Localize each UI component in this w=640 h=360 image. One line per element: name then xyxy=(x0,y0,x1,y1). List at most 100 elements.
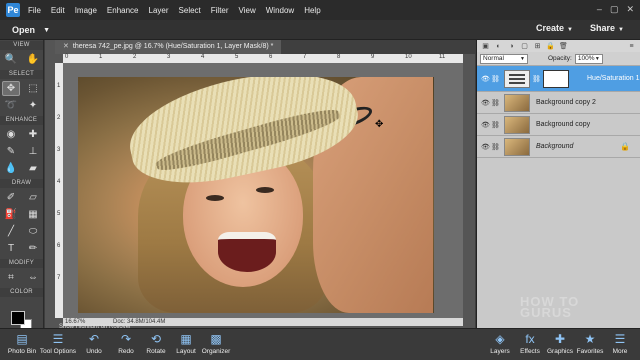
eraser-tool-icon[interactable]: ▱ xyxy=(24,190,42,205)
move-tool-icon[interactable]: ✥ xyxy=(2,81,20,96)
background-lock-icon: 🔒 xyxy=(620,142,630,151)
chevron-down-icon: ▼ xyxy=(567,27,573,33)
layer-name: Hue/Saturation 1 xyxy=(587,75,640,82)
type-tool-icon[interactable]: T xyxy=(2,241,20,256)
rotate-icon: ⟲ xyxy=(150,332,162,346)
layers-icon: ◈ xyxy=(495,332,505,346)
ruler-tick: 4 xyxy=(201,54,205,60)
delete-layer-icon[interactable]: 🗑 xyxy=(559,42,568,50)
tool-options-button[interactable]: ☰ Tool Options xyxy=(38,332,78,355)
zoom-tool-icon[interactable]: 🔍 xyxy=(2,52,20,67)
ruler-tick: 6 xyxy=(57,243,61,249)
menu-edit[interactable]: Edit xyxy=(51,6,65,15)
link-icon[interactable]: ⛓ xyxy=(491,99,500,107)
smart-brush-icon[interactable]: ✎ xyxy=(2,144,20,159)
ruler-tick: 10 xyxy=(405,54,412,60)
rotate-label: Rotate xyxy=(146,348,166,355)
share-button[interactable]: Share ▼ xyxy=(590,23,624,33)
spot-healing-icon[interactable]: ✚ xyxy=(24,127,42,142)
layer-row-background-copy[interactable]: 👁 ⛓ Background copy xyxy=(477,114,640,136)
layer-mask-icon[interactable]: ▢ xyxy=(520,42,529,50)
undo-icon: ↶ xyxy=(88,332,100,346)
new-group-icon[interactable]: ◐ xyxy=(494,42,503,50)
menu-layer[interactable]: Layer xyxy=(149,6,169,15)
menu-enhance[interactable]: Enhance xyxy=(107,6,139,15)
minimize-icon[interactable]: – xyxy=(597,4,602,15)
create-label: Create xyxy=(536,23,565,33)
magic-wand-icon[interactable]: ✦ xyxy=(24,98,42,113)
create-button[interactable]: Create ▼ xyxy=(536,23,573,33)
brush-tool-icon[interactable]: ✐ xyxy=(2,190,20,205)
link-icon[interactable]: ⛓ xyxy=(491,121,500,129)
link-icon[interactable]: ⛓ xyxy=(491,143,500,151)
visibility-eye-icon[interactable]: 👁 xyxy=(481,143,491,151)
sponge-tool-icon[interactable]: ▰ xyxy=(24,161,42,176)
layer-name: Background copy 2 xyxy=(536,99,596,106)
menu-select[interactable]: Select xyxy=(179,6,201,15)
marquee-tool-icon[interactable]: ⬚ xyxy=(24,81,42,96)
visibility-eye-icon[interactable]: 👁 xyxy=(481,99,491,107)
foreground-color-swatch[interactable] xyxy=(11,311,25,325)
mask-link-icon[interactable]: ⛓ xyxy=(532,75,541,83)
hand-tool-icon[interactable]: ✋ xyxy=(24,52,42,67)
photo-bin-icon: ▤ xyxy=(16,332,28,346)
shape-tool-icon[interactable]: ⬭ xyxy=(24,224,42,239)
watermark: HOW TO GURUS xyxy=(520,295,579,319)
menu-window[interactable]: Window xyxy=(266,6,294,15)
visibility-eye-icon[interactable]: 👁 xyxy=(481,121,491,129)
section-select: SELECT xyxy=(0,70,43,79)
layout-icon: ▦ xyxy=(180,332,192,346)
redo-label: Redo xyxy=(118,348,134,355)
chevron-down-icon: ▼ xyxy=(618,27,624,33)
gradient-tool-icon[interactable]: ▦ xyxy=(24,207,42,222)
close-icon[interactable]: ✕ xyxy=(626,4,634,15)
paint-bucket-icon[interactable]: ⛽ xyxy=(2,207,20,222)
clone-stamp-icon[interactable]: ⊥ xyxy=(24,144,42,159)
blend-mode-select[interactable]: Normal ▼ xyxy=(480,53,528,64)
menu-filter[interactable]: Filter xyxy=(211,6,229,15)
lock-icon[interactable]: 🔒 xyxy=(546,42,555,50)
open-button[interactable]: Open ▼ xyxy=(4,23,54,38)
organizer-button[interactable]: ▩ Organizer xyxy=(196,332,236,355)
layer-row-background[interactable]: 👁 ⛓ Background 🔒 xyxy=(477,136,640,158)
panel-menu-icon[interactable]: ≡ xyxy=(627,42,636,50)
crop-tool-icon[interactable]: ⌗ xyxy=(2,270,20,285)
opacity-field[interactable]: 100% ▼ xyxy=(574,53,603,64)
recompose-tool-icon[interactable]: ⇔ xyxy=(24,270,42,285)
opacity-label: Opacity: xyxy=(548,55,572,62)
menu-help[interactable]: Help xyxy=(304,6,320,15)
layer-name: Background xyxy=(536,143,574,150)
adjustment-layer-icon[interactable]: ◑ xyxy=(507,42,516,50)
more-button[interactable]: ☰ More xyxy=(602,332,638,355)
layer-row-background-copy-2[interactable]: 👁 ⛓ Background copy 2 xyxy=(477,92,640,114)
layer-mask-thumbnail[interactable] xyxy=(543,69,569,88)
close-icon[interactable]: ✕ xyxy=(63,43,69,50)
visibility-eye-icon[interactable]: 👁 xyxy=(481,75,491,83)
canvas-pasteboard[interactable]: ✥ xyxy=(63,63,463,318)
link-icon[interactable]: ⛓ xyxy=(491,75,500,83)
pencil-tool-icon[interactable]: ✏ xyxy=(24,241,42,256)
lasso-tool-icon[interactable]: ➰ xyxy=(2,98,20,113)
favorites-label: Favorites xyxy=(576,348,604,355)
document-tab[interactable]: ✕ theresa 742_pe.jpg @ 16.7% (Hue/Saturat… xyxy=(55,40,282,54)
effects-label: Effects xyxy=(520,348,540,355)
layer-row-hue-saturation[interactable]: 👁 ⛓ ⛓ Hue/Saturation 1 xyxy=(477,66,640,92)
chevron-down-icon: ▼ xyxy=(594,55,600,62)
ruler-tick: 3 xyxy=(167,54,171,60)
menu-image[interactable]: Image xyxy=(75,6,97,15)
eye-tool-icon[interactable]: ◉ xyxy=(2,127,20,142)
tool-options-icon: ☰ xyxy=(52,332,64,346)
menu-file[interactable]: File xyxy=(28,6,41,15)
undo-label: Undo xyxy=(86,348,102,355)
blur-tool-icon[interactable]: 💧 xyxy=(2,161,20,176)
lock-transparency-icon[interactable]: ⊞ xyxy=(533,42,542,50)
layers-panel: ▣ ◐ ◑ ▢ ⊞ 🔒 🗑 ≡ Normal ▼ Opacity: 100% ▼… xyxy=(476,40,640,328)
maximize-icon[interactable]: ▢ xyxy=(610,4,619,15)
document-photo[interactable]: ✥ xyxy=(78,77,434,313)
new-layer-icon[interactable]: ▣ xyxy=(481,42,490,50)
menu-view[interactable]: View xyxy=(239,6,256,15)
photo-bin-button[interactable]: ▤ Photo Bin xyxy=(2,332,42,355)
layers-label: Layers xyxy=(490,348,510,355)
color-picker-icon[interactable]: ╱ xyxy=(2,224,20,239)
ruler-tick: 5 xyxy=(57,211,61,217)
